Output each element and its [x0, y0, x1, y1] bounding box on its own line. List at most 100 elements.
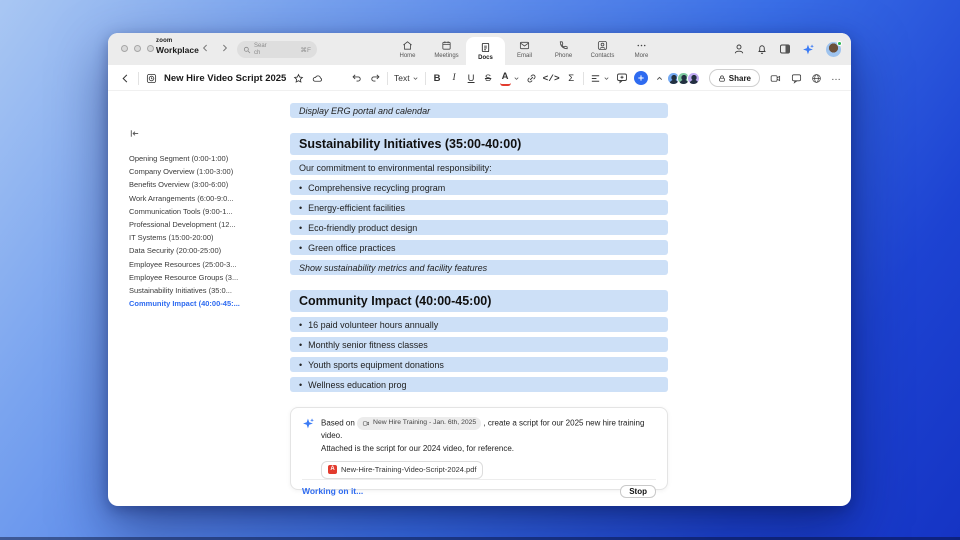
doc-bullet[interactable]: Eco-friendly product design	[290, 220, 668, 235]
minimize-window-button[interactable]	[134, 45, 141, 52]
doc-heading[interactable]: Sustainability Initiatives (35:00-40:00)	[290, 133, 668, 155]
tab-meetings[interactable]: Meetings	[427, 33, 466, 65]
outline-item[interactable]: Company Overview (1:00-3:00)	[129, 165, 281, 178]
logo-workplace-text: Workplace	[156, 45, 199, 55]
doc-bullet[interactable]: Monthly senior fitness classes	[290, 337, 668, 352]
search-icon	[243, 46, 251, 54]
outline-item[interactable]: Benefits Overview (3:00-6:00)	[129, 178, 281, 191]
chip-camera-icon	[362, 420, 370, 427]
divider	[138, 71, 139, 85]
star-favorite-icon[interactable]	[293, 70, 304, 86]
titlebar: zoom Workplace Search ⌘F Home Meetings D…	[108, 33, 851, 65]
user-avatar[interactable]	[826, 40, 842, 57]
add-comment-icon[interactable]	[616, 70, 628, 86]
italic-button[interactable]: I	[449, 70, 460, 86]
align-lines-icon	[590, 73, 601, 84]
bold-button[interactable]: B	[432, 70, 443, 86]
outline-item[interactable]: Work Arrangements (6:00-9:0...	[129, 192, 281, 205]
outline-item[interactable]: Professional Development (12...	[129, 218, 281, 231]
tab-email[interactable]: Email	[505, 33, 544, 65]
redo-icon[interactable]	[369, 70, 381, 86]
app-window: zoom Workplace Search ⌘F Home Meetings D…	[108, 33, 851, 506]
divider	[387, 71, 388, 85]
pdf-icon: A	[328, 465, 337, 475]
underline-button[interactable]: U	[466, 70, 477, 86]
email-icon	[519, 40, 530, 51]
collapse-outline-icon[interactable]	[129, 128, 140, 139]
outline-item[interactable]: Sustainability Initiatives (35:0...	[129, 284, 281, 297]
cloud-sync-icon[interactable]	[311, 70, 324, 86]
meeting-reference-chip[interactable]: New Hire Training - Jan. 6th, 2025	[357, 417, 482, 430]
side-panel-toggle-icon[interactable]	[779, 43, 791, 55]
collapse-toolbar-icon[interactable]	[654, 70, 665, 86]
outline-item[interactable]: Data Security (20:00-25:00)	[129, 244, 281, 257]
comments-panel-icon[interactable]	[791, 70, 802, 86]
text-style-dropdown[interactable]: Text	[394, 73, 419, 83]
ai-companion-icon[interactable]	[802, 43, 815, 56]
doc-line[interactable]: Display ERG portal and calendar	[290, 103, 668, 118]
globe-icon[interactable]	[811, 70, 822, 86]
list-align-dropdown[interactable]	[590, 73, 610, 84]
outline-item[interactable]: IT Systems (15:00-20:00)	[129, 231, 281, 244]
search-placeholder: Search	[254, 43, 267, 56]
more-options-button[interactable]: …	[831, 70, 842, 86]
outline-item[interactable]: Employee Resource Groups (3...	[129, 271, 281, 284]
close-window-button[interactable]	[121, 45, 128, 52]
search-input[interactable]: Search ⌘F	[237, 41, 317, 58]
strikethrough-button[interactable]: S	[483, 70, 494, 86]
outline-sidebar: Opening Segment (0:00-1:00) Company Over…	[129, 128, 281, 310]
doc-bullet[interactable]: Wellness education prog	[290, 377, 668, 392]
notifications-bell-icon[interactable]	[756, 43, 768, 55]
doc-bullet[interactable]: Comprehensive recycling program	[290, 180, 668, 195]
prompt-line2: Attached is the script for our 2024 vide…	[321, 444, 514, 454]
doc-heading[interactable]: Community Impact (40:00-45:00)	[290, 290, 668, 312]
tab-more[interactable]: More	[622, 33, 661, 65]
doc-line[interactable]: Show sustainability metrics and facility…	[290, 260, 668, 275]
collaborator-avatar[interactable]	[686, 71, 700, 85]
insert-plus-button[interactable]	[633, 71, 648, 85]
undo-icon[interactable]	[351, 70, 363, 86]
doc-line[interactable]: Our commitment to environmental responsi…	[290, 160, 668, 175]
ai-prompt-text: Based on New Hire Training - Jan. 6th, 2…	[321, 417, 656, 479]
ai-status-text: Working on it...	[302, 486, 364, 497]
code-block-button[interactable]: </>	[543, 70, 560, 86]
tab-phone[interactable]: Phone	[544, 33, 583, 65]
back-button[interactable]	[120, 70, 131, 86]
outline-item[interactable]: Employee Resources (25:00-3...	[129, 258, 281, 271]
tab-docs[interactable]: Docs	[466, 37, 505, 65]
pdf-attachment-chip[interactable]: A New-Hire-Training-Video-Script-2024.pd…	[321, 460, 484, 479]
outline-item[interactable]: Communication Tools (9:00-1...	[129, 205, 281, 218]
document-title: New Hire Video Script 2025	[164, 72, 287, 84]
ai-companion-panel: Based on New Hire Training - Jan. 6th, 2…	[290, 407, 668, 498]
share-button[interactable]: Share	[708, 69, 760, 87]
chevron-down-icon	[412, 75, 419, 82]
zoom-workplace-logo: zoom Workplace	[156, 38, 199, 55]
collaborator-avatars	[666, 71, 700, 85]
doc-bullet[interactable]: Energy-efficient facilities	[290, 200, 668, 215]
doc-bullet[interactable]: 16 paid volunteer hours annually	[290, 317, 668, 332]
doc-home-icon[interactable]	[146, 70, 157, 86]
maximize-window-button[interactable]	[147, 45, 154, 52]
back-nav-icon[interactable]	[201, 42, 210, 54]
status-dot	[837, 40, 842, 46]
chevron-down-icon	[603, 75, 610, 82]
tab-home[interactable]: Home	[388, 33, 427, 65]
video-call-icon[interactable]	[769, 70, 782, 86]
contacts-icon	[597, 40, 608, 51]
forward-nav-icon[interactable]	[220, 42, 229, 54]
link-icon[interactable]	[526, 70, 537, 86]
doc-bullet[interactable]: Youth sports equipment donations	[290, 357, 668, 372]
tab-contacts[interactable]: Contacts	[583, 33, 622, 65]
outline-item[interactable]: Opening Segment (0:00-1:00)	[129, 152, 281, 165]
phone-icon	[558, 40, 569, 51]
outline-item-active[interactable]: Community Impact (40:00-45:...	[129, 297, 281, 310]
traffic-lights	[121, 45, 154, 52]
doc-bullet[interactable]: Green office practices	[290, 240, 668, 255]
text-color-dropdown[interactable]: A	[499, 70, 520, 86]
profile-person-icon[interactable]	[733, 43, 745, 55]
stop-button[interactable]: Stop	[620, 484, 656, 498]
divider	[424, 71, 426, 85]
formula-button[interactable]: Σ	[566, 70, 577, 86]
divider	[582, 71, 584, 85]
doc-toolbar: New Hire Video Script 2025 Text B I U S …	[108, 65, 851, 91]
